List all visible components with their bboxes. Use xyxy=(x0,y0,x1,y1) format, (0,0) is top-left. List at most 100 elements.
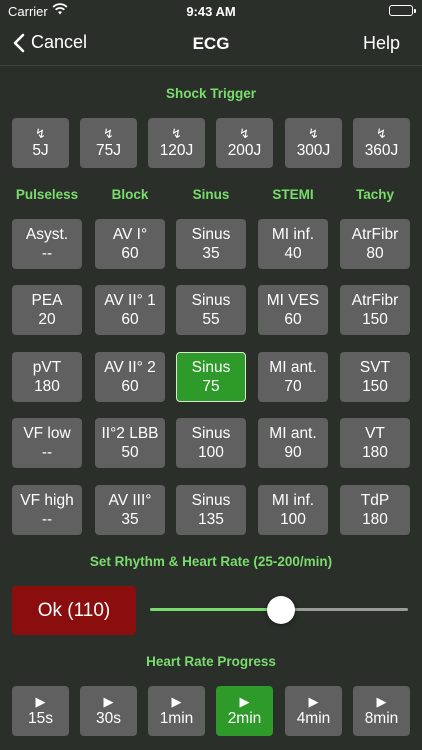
rhythm-rate: 20 xyxy=(38,311,56,328)
progress-duration-label: 8min xyxy=(364,710,399,727)
rhythm-name: Asyst. xyxy=(25,226,69,243)
rhythm-rate: 35 xyxy=(202,245,220,262)
rhythm-button[interactable]: Sinus 100 xyxy=(176,418,246,468)
rhythm-rate: 100 xyxy=(198,444,224,461)
rhythm-name: Sinus xyxy=(191,292,231,309)
rhythm-button[interactable]: AV I° 60 xyxy=(95,219,165,269)
shock-button[interactable]: ↯ 360J xyxy=(353,118,410,168)
rhythm-button[interactable]: VT 180 xyxy=(340,418,410,468)
progress-duration-label: 4min xyxy=(296,710,331,727)
rhythm-rate: 55 xyxy=(202,311,220,328)
rhythm-button[interactable]: TdP 180 xyxy=(340,485,410,535)
rhythm-name: SVT xyxy=(359,359,391,376)
rhythm-button[interactable]: AtrFibr 80 xyxy=(340,219,410,269)
rhythm-rate: 80 xyxy=(366,245,384,262)
rhythm-rate: 60 xyxy=(121,245,139,262)
play-icon: ▶ xyxy=(376,694,387,709)
rhythm-rate: -- xyxy=(41,444,53,461)
rhythm-rate: 180 xyxy=(362,511,388,528)
rhythm-rate: 150 xyxy=(362,311,388,328)
progress-button[interactable]: ▶ 8min xyxy=(353,686,410,736)
battery-icon xyxy=(389,5,416,16)
rhythm-rate: 90 xyxy=(284,444,302,461)
rhythm-rate: 180 xyxy=(34,378,60,395)
rhythm-name: AV III° xyxy=(108,492,152,509)
rhythm-button[interactable]: Sinus 35 xyxy=(176,219,246,269)
status-time: 9:43 AM xyxy=(186,4,236,19)
rhythm-button[interactable]: PEA 20 xyxy=(12,285,82,335)
rhythm-button[interactable]: pVT 180 xyxy=(12,352,82,402)
rhythm-name: Sinus xyxy=(191,425,231,442)
rhythm-button[interactable]: Sinus 75 xyxy=(176,352,246,402)
column-header: Pulseless xyxy=(15,187,79,202)
rhythm-button[interactable]: AV II° 2 60 xyxy=(95,352,165,402)
shock-energy-label: 75J xyxy=(96,142,121,159)
rhythm-name: MI VES xyxy=(266,292,320,309)
rhythm-button[interactable]: AV III° 35 xyxy=(95,485,165,535)
shock-trigger-title: Shock Trigger xyxy=(165,86,257,101)
play-icon: ▶ xyxy=(103,694,114,709)
shock-energy-label: 120J xyxy=(159,142,194,159)
shock-button[interactable]: ↯ 120J xyxy=(148,118,205,168)
rhythm-rate: 50 xyxy=(121,444,139,461)
rhythm-name: PEA xyxy=(31,292,63,309)
rhythm-button[interactable]: SVT 150 xyxy=(340,352,410,402)
rhythm-rate: -- xyxy=(41,511,53,528)
rhythm-name: MI ant. xyxy=(269,359,317,376)
shock-button[interactable]: ↯ 5J xyxy=(12,118,69,168)
rhythm-button[interactable]: Sinus 135 xyxy=(176,485,246,535)
shock-button[interactable]: ↯ 300J xyxy=(285,118,342,168)
rhythm-rate: 70 xyxy=(284,378,302,395)
rhythm-name: Sinus xyxy=(191,492,231,509)
heart-rate-title: Set Rhythm & Heart Rate (25-200/min) xyxy=(89,554,333,569)
progress-button[interactable]: ▶ 15s xyxy=(12,686,69,736)
rhythm-name: AV II° 1 xyxy=(104,292,156,309)
rhythm-button[interactable]: MI inf. 100 xyxy=(258,485,328,535)
rhythm-button[interactable]: MI inf. 40 xyxy=(258,219,328,269)
rhythm-name: TdP xyxy=(360,492,390,509)
rhythm-rate: 60 xyxy=(284,311,302,328)
heart-rate-progress-title: Heart Rate Progress xyxy=(146,654,276,669)
progress-button[interactable]: ▶ 1min xyxy=(148,686,205,736)
lightning-icon: ↯ xyxy=(171,126,182,141)
slider-track-filled xyxy=(150,608,281,611)
page-title: ECG xyxy=(192,34,230,53)
rhythm-button[interactable]: MI ant. 70 xyxy=(258,352,328,402)
heart-rate-slider-knob[interactable] xyxy=(267,596,295,624)
column-header: Block xyxy=(111,187,149,202)
rhythm-button[interactable]: AtrFibr 150 xyxy=(340,285,410,335)
rhythm-name: VF low xyxy=(23,425,71,442)
rhythm-name: VT xyxy=(365,425,385,442)
shock-button[interactable]: ↯ 75J xyxy=(80,118,137,168)
slider-track-empty xyxy=(281,608,408,611)
ok-button[interactable]: Ok (110) xyxy=(12,586,136,635)
column-header: STEMI xyxy=(272,187,314,202)
rhythm-name: MI inf. xyxy=(271,492,315,509)
rhythm-rate: -- xyxy=(41,245,53,262)
help-button[interactable]: Help xyxy=(363,33,400,54)
rhythm-name: II°2 LBB xyxy=(101,425,159,442)
status-bar: Carrier 9:43 AM xyxy=(0,0,422,22)
progress-duration-label: 15s xyxy=(28,710,53,727)
rhythm-button[interactable]: Asyst. -- xyxy=(12,219,82,269)
lightning-icon: ↯ xyxy=(376,126,387,141)
rhythm-button[interactable]: II°2 LBB 50 xyxy=(95,418,165,468)
progress-button[interactable]: ▶ 30s xyxy=(80,686,137,736)
rhythm-rate: 75 xyxy=(202,378,220,395)
rhythm-name: Sinus xyxy=(191,226,231,243)
rhythm-button[interactable]: VF high -- xyxy=(12,485,82,535)
rhythm-name: VF high xyxy=(20,492,74,509)
rhythm-button[interactable]: MI VES 60 xyxy=(258,285,328,335)
shock-button[interactable]: ↯ 200J xyxy=(216,118,273,168)
rhythm-button[interactable]: Sinus 55 xyxy=(176,285,246,335)
progress-duration-label: 1min xyxy=(159,710,194,727)
rhythm-button[interactable]: AV II° 1 60 xyxy=(95,285,165,335)
progress-button[interactable]: ▶ 4min xyxy=(285,686,342,736)
progress-button[interactable]: ▶ 2min xyxy=(216,686,273,736)
play-icon: ▶ xyxy=(171,694,182,709)
rhythm-button[interactable]: MI ant. 90 xyxy=(258,418,328,468)
play-icon: ▶ xyxy=(308,694,319,709)
column-header: Tachy xyxy=(355,187,394,202)
rhythm-button[interactable]: VF low -- xyxy=(12,418,82,468)
rhythm-name: AtrFibr xyxy=(351,292,399,309)
